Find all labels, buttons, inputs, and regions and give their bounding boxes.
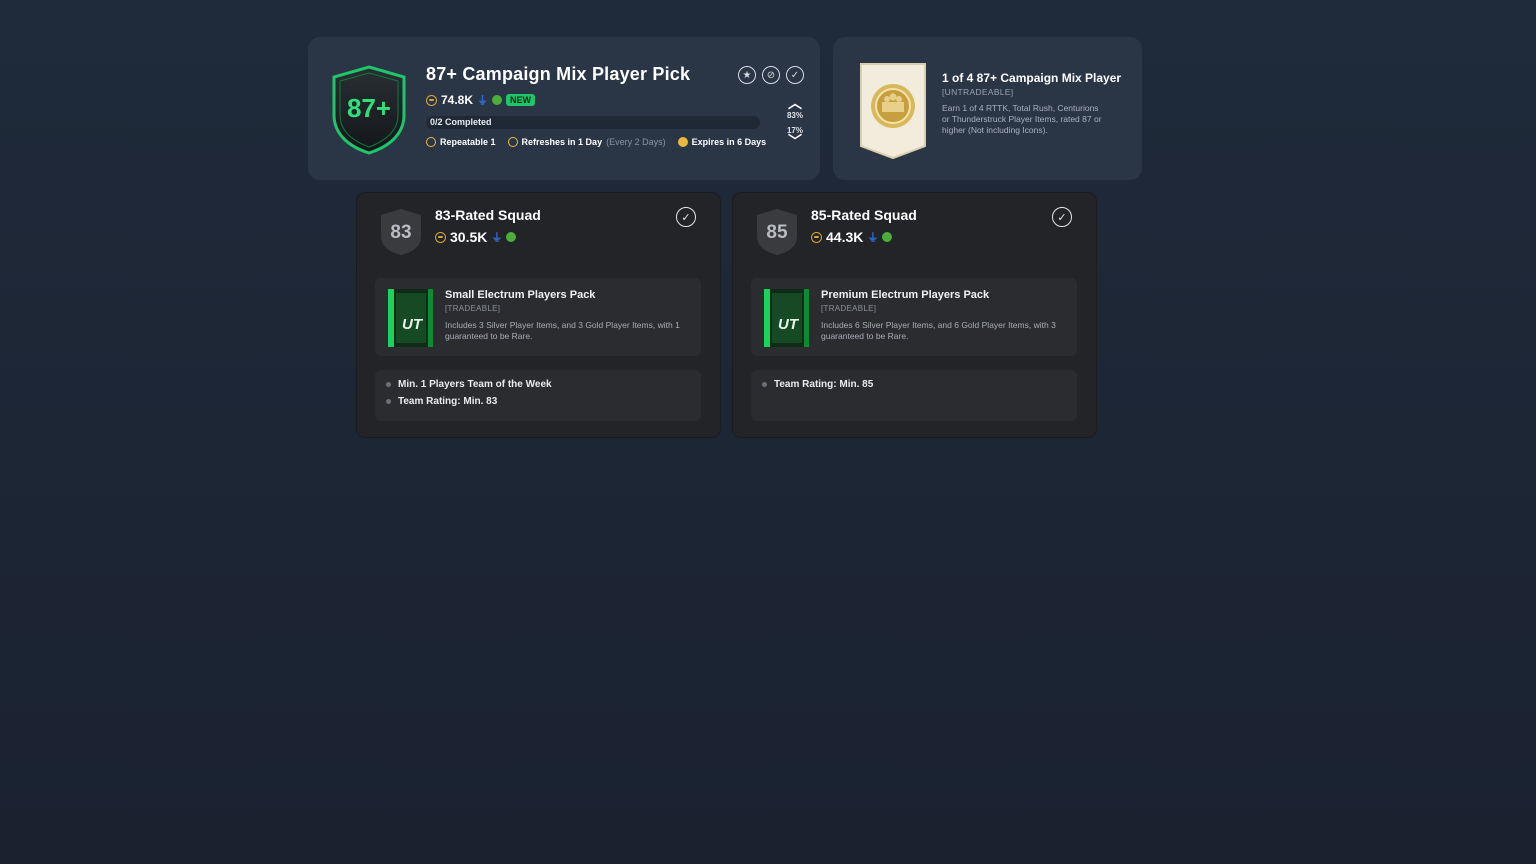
requirements-list: Team Rating: Min. 85 xyxy=(751,370,1077,421)
vote-widget: ︿ 83% 17% ﹀ xyxy=(780,96,810,148)
svg-text:UT: UT xyxy=(402,316,424,333)
bullet-icon xyxy=(386,399,391,404)
requirement-text: Team Rating: Min. 83 xyxy=(398,396,498,407)
sbc-cost: 74.8K xyxy=(441,93,474,107)
repeatable-text: Repeatable 1 xyxy=(440,137,496,147)
refresh-text: Refreshes in 1 Day xyxy=(521,137,603,147)
xbox-icon xyxy=(882,232,893,242)
xbox-icon xyxy=(492,95,503,105)
hidden-circle-icon[interactable]: ⊘ xyxy=(762,66,780,84)
requirement-item: Team Rating: Min. 83 xyxy=(386,396,497,407)
squad-rating: 83 xyxy=(390,222,411,243)
playstation-icon: ⏚ xyxy=(491,232,503,244)
squad-rating: 85 xyxy=(766,222,788,243)
stopwatch-icon xyxy=(677,137,688,147)
refresh-icon xyxy=(507,137,518,147)
sbc-meta-row: Repeatable 1 Refreshes in 1 Day (Every 2… xyxy=(426,137,766,147)
check-circle-icon[interactable]: ✓ xyxy=(1052,207,1072,227)
requirements-list: Min. 1 Players Team of the Week Team Rat… xyxy=(375,370,701,421)
coin-icon xyxy=(426,94,437,106)
expires-text: Expires in 6 Days xyxy=(691,137,767,147)
vote-up-pct: 83% xyxy=(786,111,803,120)
pack-reward: UT Premium Electrum Players Pack [TRADEA… xyxy=(751,278,1077,356)
progress-bar: 0/2 Completed xyxy=(426,116,760,129)
playstation-icon: ⏚ xyxy=(867,232,879,244)
thumbs-up-chevron-icon[interactable]: ︿ xyxy=(780,96,810,110)
reward-title: 1 of 4 87+ Campaign Mix Player xyxy=(942,71,1122,85)
player-pick-item-icon xyxy=(860,63,926,160)
squad-cost-row: 44.3K ⏚ xyxy=(811,229,893,245)
star-circle-icon[interactable]: ★ xyxy=(738,66,756,84)
coin-icon xyxy=(811,231,822,243)
thumbs-down-chevron-icon[interactable]: ﹀ xyxy=(780,134,810,148)
pack-tradeable: [TRADEABLE] xyxy=(821,304,877,313)
squad-cost: 30.5K xyxy=(450,229,488,245)
squad-card[interactable]: 85 85-Rated Squad 44.3K ⏚ ✓ UT Premium E… xyxy=(733,193,1096,437)
refresh-every-text: (Every 2 Days) xyxy=(606,137,666,147)
squad-card[interactable]: 83 83-Rated Squad 30.5K ⏚ ✓ UT Small Ele… xyxy=(357,193,720,437)
sbc-cost-row: 74.8K ⏚ NEW xyxy=(426,92,536,108)
coin-icon xyxy=(435,231,446,243)
sbc-badge-text: 87+ xyxy=(347,93,391,123)
requirement-text: Min. 1 Players Team of the Week xyxy=(398,379,552,390)
sbc-header-icons: ★ ⊘ ✓ xyxy=(738,66,804,84)
squad-cost-row: 30.5K ⏚ xyxy=(435,229,517,245)
pack-reward: UT Small Electrum Players Pack [TRADEABL… xyxy=(375,278,701,356)
rating-shield-icon: 83 xyxy=(381,209,421,255)
new-badge: NEW xyxy=(506,94,536,106)
reward-description: Earn 1 of 4 RTTK, Total Rush, Centurions… xyxy=(942,103,1102,135)
pack-tradeable: [TRADEABLE] xyxy=(445,304,501,313)
squad-title: 85-Rated Squad xyxy=(811,207,917,223)
ut-pack-icon: UT xyxy=(388,289,433,347)
progress-text: 0/2 Completed xyxy=(430,117,492,127)
svg-text:UT: UT xyxy=(778,316,800,333)
squad-title: 83-Rated Squad xyxy=(435,207,541,223)
pack-description: Includes 3 Silver Player Items, and 3 Go… xyxy=(445,320,680,341)
pack-title: Small Electrum Players Pack xyxy=(445,289,596,301)
xbox-icon xyxy=(506,232,517,242)
sbc-title: 87+ Campaign Mix Player Pick xyxy=(426,64,691,84)
repeat-icon xyxy=(426,137,436,147)
check-circle-icon[interactable]: ✓ xyxy=(676,207,696,227)
bullet-icon xyxy=(762,382,767,387)
bullet-icon xyxy=(386,382,391,387)
check-circle-icon[interactable]: ✓ xyxy=(786,66,804,84)
requirement-item: Min. 1 Players Team of the Week xyxy=(386,379,552,390)
sbc-badge-shield-icon: 87+ xyxy=(332,65,406,155)
ut-pack-icon: UT xyxy=(764,289,809,347)
requirement-item: Team Rating: Min. 85 xyxy=(762,379,873,390)
playstation-icon: ⏚ xyxy=(477,95,489,107)
reward-tradeable: [UNTRADEABLE] xyxy=(942,87,1014,97)
reward-card[interactable]: 1 of 4 87+ Campaign Mix Player [UNTRADEA… xyxy=(833,37,1142,180)
sbc-header-card[interactable]: 87+ 87+ Campaign Mix Player Pick 74.8K ⏚… xyxy=(308,37,820,180)
pack-title: Premium Electrum Players Pack xyxy=(821,289,990,301)
requirement-text: Team Rating: Min. 85 xyxy=(774,379,874,390)
squad-cost: 44.3K xyxy=(826,229,864,245)
rating-shield-icon: 85 xyxy=(757,209,797,255)
pack-description: Includes 6 Silver Player Items, and 6 Go… xyxy=(821,320,1056,341)
